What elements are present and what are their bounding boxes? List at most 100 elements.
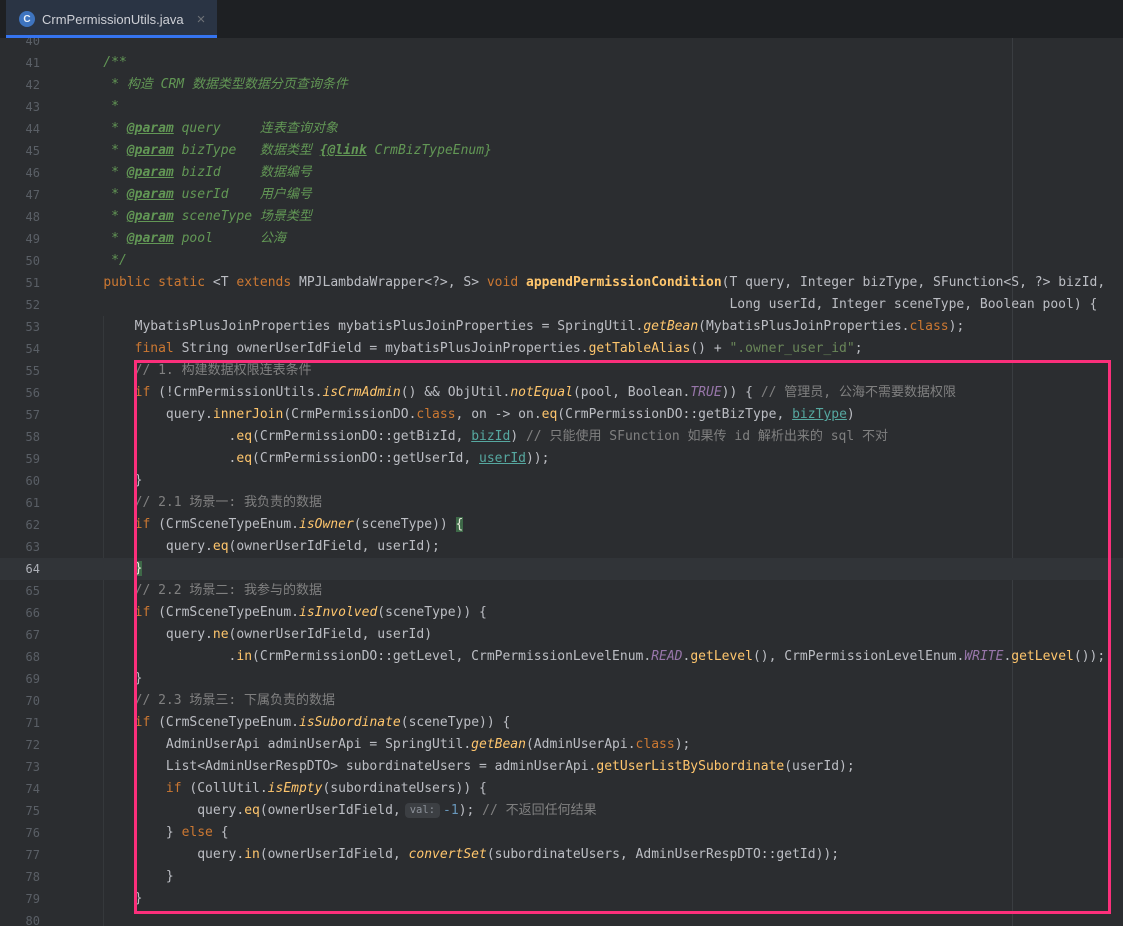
line-number[interactable]: 73 xyxy=(0,756,72,778)
line-number[interactable]: 40 xyxy=(0,38,72,52)
code-line[interactable]: 43 * xyxy=(0,96,1123,118)
code-line[interactable]: 44 * @param query 连表查询对象 xyxy=(0,118,1123,140)
code-text: * @param bizType 数据类型 {@link CrmBizTypeE… xyxy=(72,140,1123,162)
code-line[interactable]: 70 // 2.3 场景三: 下属负责的数据 xyxy=(0,690,1123,712)
line-number[interactable]: 78 xyxy=(0,866,72,888)
code-line[interactable]: 71 if (CrmSceneTypeEnum.isSubordinate(sc… xyxy=(0,712,1123,734)
code-line[interactable]: 54 final String ownerUserIdField = mybat… xyxy=(0,338,1123,360)
line-number[interactable]: 72 xyxy=(0,734,72,756)
code-text: .eq(CrmPermissionDO::getBizId, bizId) //… xyxy=(72,426,1123,448)
line-number[interactable]: 42 xyxy=(0,74,72,96)
code-area[interactable]: 4041 /**42 * 构造 CRM 数据类型数据分页查询条件43 *44 *… xyxy=(0,38,1123,926)
line-number[interactable]: 57 xyxy=(0,404,72,426)
code-line[interactable]: 55 // 1. 构建数据权限连表条件 xyxy=(0,360,1123,382)
line-number[interactable]: 50 xyxy=(0,250,72,272)
code-line[interactable]: 68 .in(CrmPermissionDO::getLevel, CrmPer… xyxy=(0,646,1123,668)
code-line[interactable]: 41 /** xyxy=(0,52,1123,74)
code-line[interactable]: 67 query.ne(ownerUserIdField, userId) xyxy=(0,624,1123,646)
line-number[interactable]: 53 xyxy=(0,316,72,338)
line-number[interactable]: 56 xyxy=(0,382,72,404)
code-text: query.in(ownerUserIdField, convertSet(su… xyxy=(72,844,1123,866)
code-line[interactable]: 74 if (CollUtil.isEmpty(subordinateUsers… xyxy=(0,778,1123,800)
line-number[interactable]: 61 xyxy=(0,492,72,514)
close-icon[interactable]: × xyxy=(197,12,206,27)
line-number[interactable]: 76 xyxy=(0,822,72,844)
line-number[interactable]: 52 xyxy=(0,294,72,316)
code-text: .eq(CrmPermissionDO::getUserId, userId))… xyxy=(72,448,1123,470)
code-line[interactable]: 76 } else { xyxy=(0,822,1123,844)
parameter-hint-inlay: val: xyxy=(405,803,440,818)
code-editor[interactable]: 4041 /**42 * 构造 CRM 数据类型数据分页查询条件43 *44 *… xyxy=(0,38,1123,926)
code-text: Long userId, Integer sceneType, Boolean … xyxy=(72,294,1123,316)
code-line[interactable]: 78 } xyxy=(0,866,1123,888)
code-line[interactable]: 73 List<AdminUserRespDTO> subordinateUse… xyxy=(0,756,1123,778)
line-number[interactable]: 69 xyxy=(0,668,72,690)
code-line[interactable]: 66 if (CrmSceneTypeEnum.isInvolved(scene… xyxy=(0,602,1123,624)
line-number[interactable]: 59 xyxy=(0,448,72,470)
code-line[interactable]: 45 * @param bizType 数据类型 {@link CrmBizTy… xyxy=(0,140,1123,162)
line-number[interactable]: 43 xyxy=(0,96,72,118)
code-text: } xyxy=(72,866,1123,888)
line-number[interactable]: 46 xyxy=(0,162,72,184)
line-number[interactable]: 44 xyxy=(0,118,72,140)
code-line[interactable]: 63 query.eq(ownerUserIdField, userId); xyxy=(0,536,1123,558)
line-number[interactable]: 70 xyxy=(0,690,72,712)
code-line[interactable]: 57 query.innerJoin(CrmPermissionDO.class… xyxy=(0,404,1123,426)
code-line[interactable]: 58 .eq(CrmPermissionDO::getBizId, bizId)… xyxy=(0,426,1123,448)
code-line[interactable]: 69 } xyxy=(0,668,1123,690)
line-number[interactable]: 58 xyxy=(0,426,72,448)
code-line[interactable]: 64 } xyxy=(0,558,1123,580)
code-text: if (CrmSceneTypeEnum.isOwner(sceneType))… xyxy=(72,514,1123,536)
line-number[interactable]: 75 xyxy=(0,800,72,822)
code-line[interactable]: 42 * 构造 CRM 数据类型数据分页查询条件 xyxy=(0,74,1123,96)
line-number[interactable]: 54 xyxy=(0,338,72,360)
code-text: } xyxy=(72,558,1123,580)
code-line[interactable]: 65 // 2.2 场景二: 我参与的数据 xyxy=(0,580,1123,602)
line-number[interactable]: 74 xyxy=(0,778,72,800)
code-line[interactable]: 52 Long userId, Integer sceneType, Boole… xyxy=(0,294,1123,316)
line-number[interactable]: 47 xyxy=(0,184,72,206)
code-text: } else { xyxy=(72,822,1123,844)
code-line[interactable]: 47 * @param userId 用户编号 xyxy=(0,184,1123,206)
code-line[interactable]: 40 xyxy=(0,38,1123,52)
line-number[interactable]: 64 xyxy=(0,558,72,580)
line-number[interactable]: 60 xyxy=(0,470,72,492)
editor-tab[interactable]: C CrmPermissionUtils.java × xyxy=(6,0,217,38)
line-number[interactable]: 68 xyxy=(0,646,72,668)
line-number[interactable]: 77 xyxy=(0,844,72,866)
code-line[interactable]: 48 * @param sceneType 场景类型 xyxy=(0,206,1123,228)
code-line[interactable]: 62 if (CrmSceneTypeEnum.isOwner(sceneTyp… xyxy=(0,514,1123,536)
code-line[interactable]: 75 query.eq(ownerUserIdField,val:-1); //… xyxy=(0,800,1123,822)
code-line[interactable]: 72 AdminUserApi adminUserApi = SpringUti… xyxy=(0,734,1123,756)
code-line[interactable]: 49 * @param pool 公海 xyxy=(0,228,1123,250)
line-number[interactable]: 66 xyxy=(0,602,72,624)
line-number[interactable]: 79 xyxy=(0,888,72,910)
line-number[interactable]: 63 xyxy=(0,536,72,558)
code-line[interactable]: 51 public static <T extends MPJLambdaWra… xyxy=(0,272,1123,294)
code-text: query.eq(ownerUserIdField,val:-1); // 不返… xyxy=(72,800,1123,822)
line-number[interactable]: 80 xyxy=(0,910,72,926)
line-number[interactable]: 67 xyxy=(0,624,72,646)
code-line[interactable]: 56 if (!CrmPermissionUtils.isCrmAdmin() … xyxy=(0,382,1123,404)
line-number[interactable]: 62 xyxy=(0,514,72,536)
code-line[interactable]: 59 .eq(CrmPermissionDO::getUserId, userI… xyxy=(0,448,1123,470)
line-number[interactable]: 45 xyxy=(0,140,72,162)
code-line[interactable]: 50 */ xyxy=(0,250,1123,272)
code-line[interactable]: 79 } xyxy=(0,888,1123,910)
line-number[interactable]: 65 xyxy=(0,580,72,602)
line-number[interactable]: 71 xyxy=(0,712,72,734)
code-line[interactable]: 53 MybatisPlusJoinProperties mybatisPlus… xyxy=(0,316,1123,338)
code-line[interactable]: 46 * @param bizId 数据编号 xyxy=(0,162,1123,184)
code-line[interactable]: 61 // 2.1 场景一: 我负责的数据 xyxy=(0,492,1123,514)
code-text: * @param bizId 数据编号 xyxy=(72,162,1123,184)
code-line[interactable]: 60 } xyxy=(0,470,1123,492)
code-line[interactable]: 77 query.in(ownerUserIdField, convertSet… xyxy=(0,844,1123,866)
line-number[interactable]: 48 xyxy=(0,206,72,228)
line-number[interactable]: 55 xyxy=(0,360,72,382)
line-number[interactable]: 49 xyxy=(0,228,72,250)
line-number[interactable]: 41 xyxy=(0,52,72,74)
code-text: * xyxy=(72,96,1123,118)
line-number[interactable]: 51 xyxy=(0,272,72,294)
code-line[interactable]: 80 xyxy=(0,910,1123,926)
code-text: query.innerJoin(CrmPermissionDO.class, o… xyxy=(72,404,1123,426)
